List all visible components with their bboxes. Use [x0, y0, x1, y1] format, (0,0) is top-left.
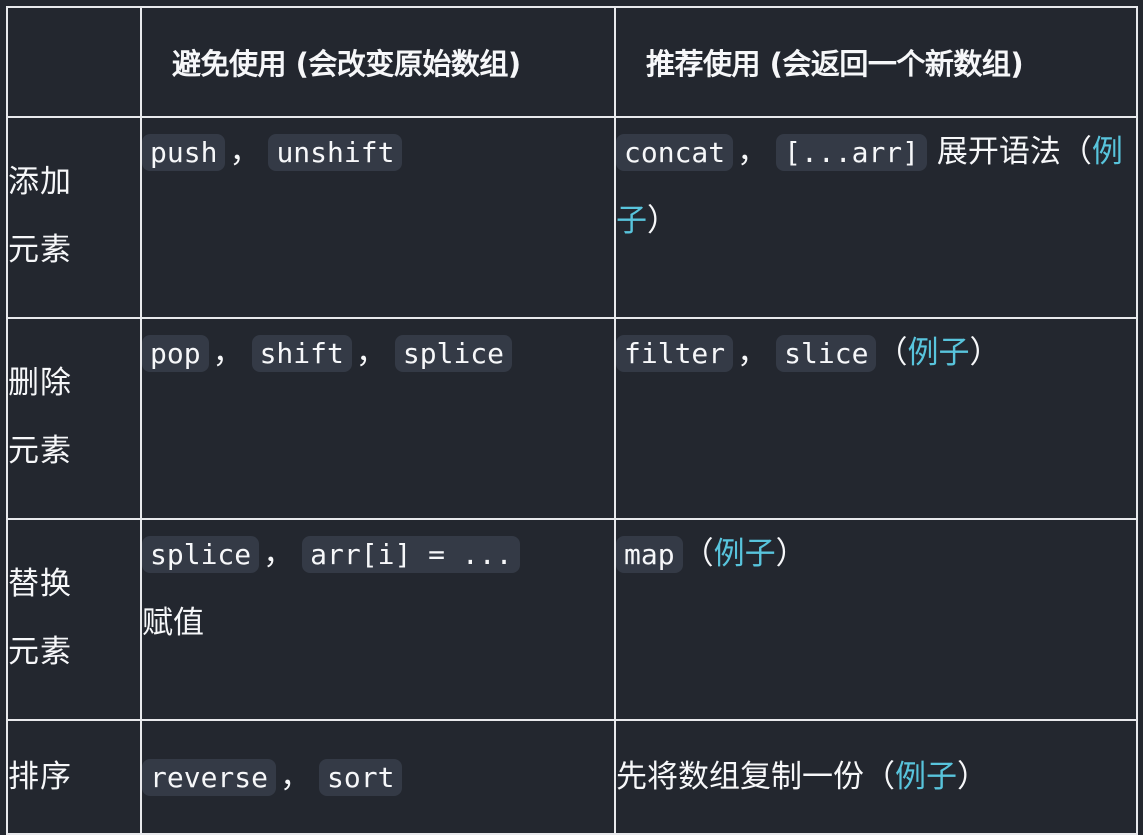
- code-spread: [...arr]: [776, 134, 928, 171]
- assignment-text: 赋值: [142, 605, 204, 641]
- table-header-row: 避免使用 (会改变原始数组) 推荐使用 (会返回一个新数组): [6, 6, 1138, 118]
- comma: ，: [263, 536, 295, 572]
- open-paren: （: [1060, 134, 1092, 170]
- row-label: 排序: [6, 719, 142, 835]
- row-label-line: 删除: [8, 365, 72, 401]
- code-splice: splice: [142, 536, 260, 573]
- example-link[interactable]: 例子: [907, 335, 969, 371]
- header-prefer: 推荐使用 (会返回一个新数组): [614, 6, 1138, 118]
- example-link[interactable]: 例子: [714, 536, 776, 572]
- avoid-cell: reverse， sort: [140, 719, 616, 835]
- table-row: 删除 元素 pop， shift， splice filter， slice （例子）: [6, 317, 1138, 520]
- code-sort: sort: [319, 758, 403, 796]
- table-row: 添加 元素 push， unshift concat， [...arr] 展开语法（…: [6, 116, 1138, 319]
- code-shift: shift: [251, 335, 352, 372]
- row-label: 添加 元素: [6, 116, 142, 319]
- open-paren: （: [682, 536, 714, 572]
- header-empty-cell: [6, 6, 142, 118]
- row-label-line: 添加: [8, 164, 72, 200]
- row-label-line: 元素: [8, 433, 72, 469]
- code-assign: arr[i] = ...: [302, 536, 521, 573]
- row-label-line: 替换: [8, 566, 72, 602]
- comma: ，: [212, 335, 244, 371]
- comma: ，: [229, 134, 261, 170]
- copy-array-text: 先将数组复制一份: [616, 759, 864, 795]
- prefer-cell: 先将数组复制一份（例子）: [614, 719, 1138, 835]
- open-paren: （: [876, 335, 908, 371]
- close-paren: ）: [775, 536, 807, 572]
- code-splice: splice: [394, 335, 513, 372]
- code-slice: slice: [776, 335, 877, 372]
- prefer-cell: map （例子）: [614, 518, 1138, 721]
- row-label-line: 元素: [8, 232, 72, 268]
- avoid-cell: pop， shift， splice: [140, 317, 616, 520]
- code-concat: concat: [616, 134, 734, 171]
- prefer-cell: concat， [...arr] 展开语法（例子）: [614, 116, 1138, 319]
- row-label: 删除 元素: [6, 317, 142, 520]
- close-paren: ）: [957, 759, 988, 795]
- prefer-cell: filter， slice （例子）: [614, 317, 1138, 520]
- spread-syntax-text: 展开语法: [936, 134, 1061, 170]
- avoid-cell: push， unshift: [140, 116, 616, 319]
- example-link[interactable]: 例子: [895, 759, 957, 795]
- table-row: 排序 reverse， sort 先将数组复制一份（例子）: [6, 719, 1138, 835]
- array-methods-table: 避免使用 (会改变原始数组) 推荐使用 (会返回一个新数组) 添加 元素 pus…: [6, 6, 1138, 835]
- code-reverse: reverse: [142, 758, 277, 796]
- row-label-line: 排序: [8, 759, 72, 795]
- table-row: 替换 元素 splice， arr[i] = ... 赋值 map （例子）: [6, 518, 1138, 721]
- comma: ，: [737, 134, 769, 170]
- comma: ，: [737, 335, 769, 371]
- row-label: 替换 元素: [6, 518, 142, 721]
- close-paren: ）: [969, 335, 1001, 371]
- code-push: push: [142, 134, 226, 171]
- comma: ，: [280, 758, 312, 795]
- avoid-cell: splice， arr[i] = ... 赋值: [140, 518, 616, 721]
- comma: ，: [355, 335, 387, 371]
- code-filter: filter: [616, 335, 734, 372]
- open-paren: （: [864, 759, 895, 795]
- code-pop: pop: [142, 335, 209, 372]
- code-unshift: unshift: [268, 134, 403, 171]
- code-map: map: [616, 536, 683, 573]
- row-label-line: 元素: [8, 634, 72, 670]
- close-paren: ）: [647, 203, 678, 239]
- header-avoid: 避免使用 (会改变原始数组): [140, 6, 616, 118]
